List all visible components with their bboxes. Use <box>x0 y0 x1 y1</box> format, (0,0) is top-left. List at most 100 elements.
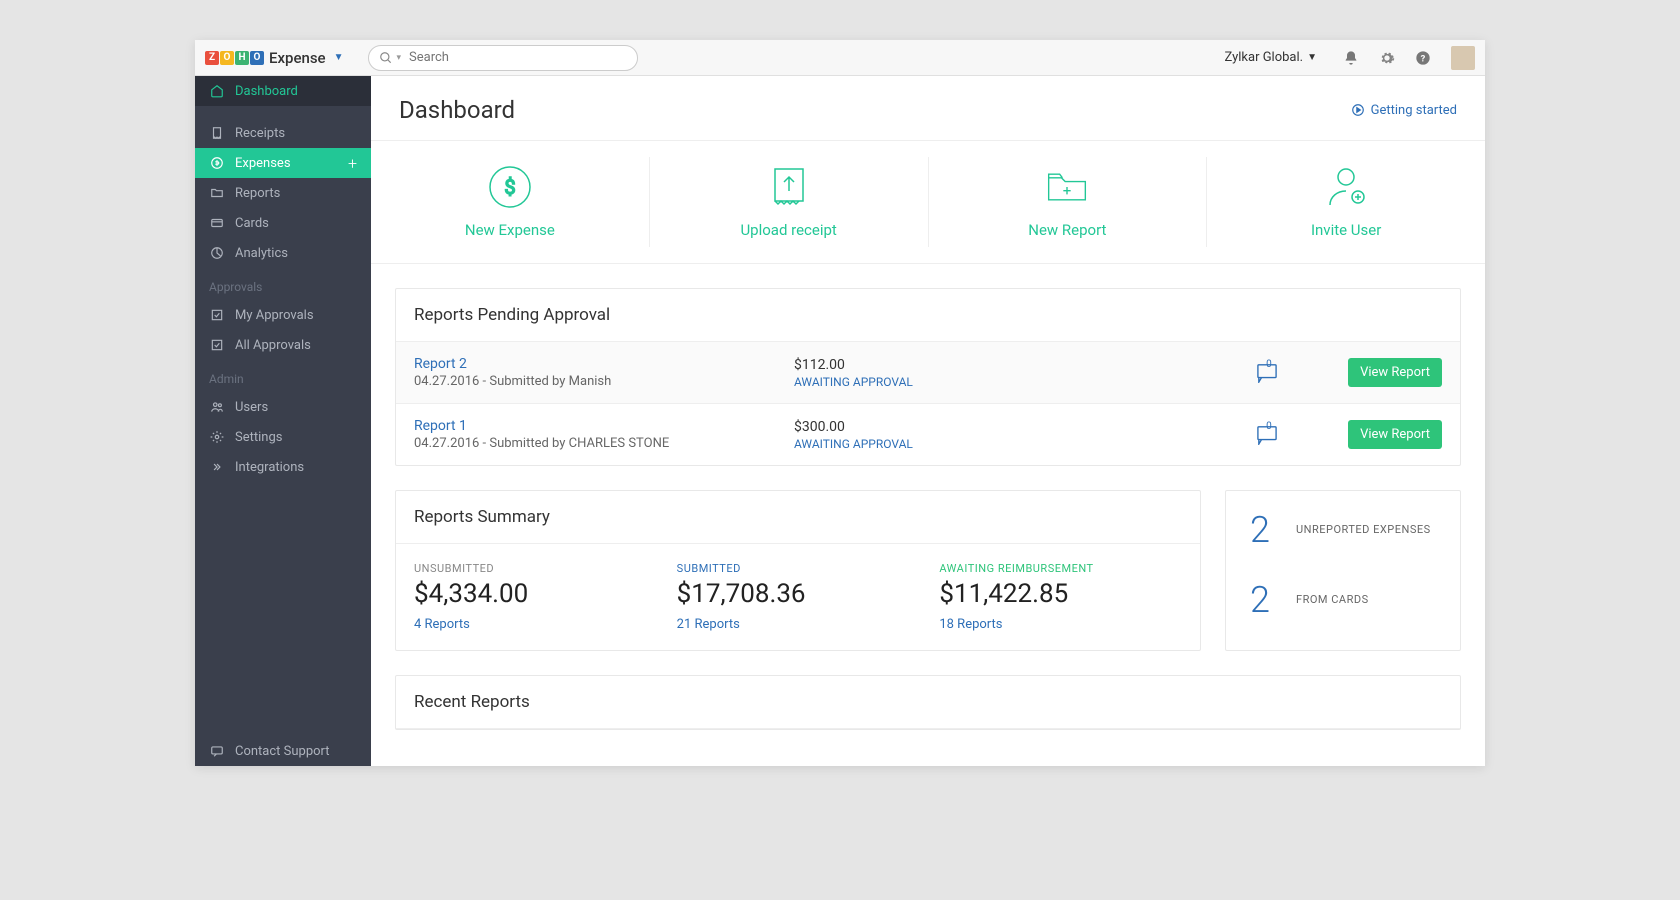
chat-icon <box>209 744 225 758</box>
quick-action-label: New Report <box>1028 221 1106 239</box>
dollar-circle-icon: $ <box>488 165 532 209</box>
quick-action-upload-receipt[interactable]: Upload receipt <box>650 157 929 247</box>
brand-dropdown-caret-icon[interactable]: ▼ <box>334 52 344 63</box>
help-icon[interactable]: ? <box>1413 48 1433 68</box>
search-box[interactable]: ▾ <box>368 45 638 71</box>
block-title: Reports Summary <box>396 491 1200 544</box>
main-content: Dashboard Getting started $ New Expense <box>371 76 1485 766</box>
org-name: Zylkar Global. <box>1224 50 1303 65</box>
summary-side-count: 2 <box>1244 579 1276 621</box>
comment-icon[interactable]: 0 <box>1256 363 1278 383</box>
sidebar-item-dashboard[interactable]: Dashboard <box>195 76 371 106</box>
body-area: Dashboard Receipts Expenses + Reports Ca… <box>195 76 1485 766</box>
notifications-icon[interactable] <box>1341 48 1361 68</box>
summary-amount: $17,708.36 <box>677 579 920 609</box>
summary-label: AWAITING REIMBURSEMENT <box>939 562 1182 575</box>
report-status: AWAITING APPROVAL <box>794 375 1114 389</box>
block-title: Reports Pending Approval <box>396 289 1460 342</box>
search-scope-caret-icon[interactable]: ▾ <box>397 53 402 63</box>
report-status: AWAITING APPROVAL <box>794 437 1114 451</box>
sidebar-item-reports[interactable]: Reports <box>195 178 371 208</box>
summary-row: Reports Summary UNSUBMITTED $4,334.00 4 … <box>395 490 1461 651</box>
report-amount: $112.00 <box>794 357 1114 373</box>
sidebar-item-analytics[interactable]: Analytics <box>195 238 371 268</box>
receipt-icon <box>209 126 225 140</box>
users-icon <box>209 400 225 414</box>
summary-reports-link[interactable]: 18 Reports <box>939 617 1182 632</box>
block-title: Recent Reports <box>396 676 1460 729</box>
comment-count: 0 <box>1266 359 1272 370</box>
sidebar-item-integrations[interactable]: Integrations <box>195 452 371 482</box>
summary-amount: $11,422.85 <box>939 579 1182 609</box>
summary-side-label: FROM CARDS <box>1296 592 1369 607</box>
summary-side-label: UNREPORTED EXPENSES <box>1296 522 1431 537</box>
sidebar-item-cards[interactable]: Cards <box>195 208 371 238</box>
summary-column: UNSUBMITTED $4,334.00 4 Reports <box>414 562 657 632</box>
report-name-link[interactable]: Report 1 <box>414 418 794 434</box>
search-input[interactable] <box>409 50 626 65</box>
report-meta: 04.27.2016 - Submitted by Manish <box>414 374 794 389</box>
brand-logo[interactable]: ZOHO Expense ▼ <box>205 49 344 67</box>
summary-amount: $4,334.00 <box>414 579 657 609</box>
recent-reports-block: Recent Reports <box>395 675 1461 730</box>
reports-summary-block: Reports Summary UNSUBMITTED $4,334.00 4 … <box>395 490 1201 651</box>
org-switcher[interactable]: Zylkar Global. ▼ <box>1224 50 1317 65</box>
sidebar-item-contact-support[interactable]: Contact Support <box>195 736 371 766</box>
quick-action-new-report[interactable]: New Report <box>929 157 1208 247</box>
view-report-button[interactable]: View Report <box>1348 358 1442 387</box>
settings-gear-icon[interactable] <box>1377 48 1397 68</box>
sidebar-item-label: Reports <box>235 186 357 201</box>
comment-icon[interactable]: 0 <box>1256 425 1278 445</box>
integrations-icon <box>209 460 225 474</box>
play-circle-icon <box>1351 103 1365 117</box>
summary-label: UNSUBMITTED <box>414 562 657 575</box>
page-header: Dashboard Getting started <box>371 76 1485 140</box>
analytics-icon <box>209 246 225 260</box>
folder-plus-icon <box>1045 165 1089 209</box>
sidebar-item-receipts[interactable]: Receipts <box>195 118 371 148</box>
search-icon <box>379 51 393 65</box>
sidebar-item-my-approvals[interactable]: My Approvals <box>195 300 371 330</box>
sidebar-item-label: Settings <box>235 430 357 445</box>
summary-reports-link[interactable]: 21 Reports <box>677 617 920 632</box>
add-expense-icon[interactable]: + <box>348 154 357 173</box>
report-meta: 04.27.2016 - Submitted by CHARLES STONE <box>414 436 794 451</box>
sidebar-item-expenses[interactable]: Expenses + <box>195 148 371 178</box>
sidebar-section-approvals: Approvals <box>195 268 371 300</box>
view-report-button[interactable]: View Report <box>1348 420 1442 449</box>
report-amount: $300.00 <box>794 419 1114 435</box>
report-name-link[interactable]: Report 2 <box>414 356 794 372</box>
zoho-logo-icon: ZOHO <box>205 51 265 65</box>
user-avatar[interactable] <box>1451 46 1475 70</box>
pending-report-row[interactable]: Report 2 04.27.2016 - Submitted by Manis… <box>396 342 1460 404</box>
comment-count: 0 <box>1266 421 1272 432</box>
sidebar-item-label: All Approvals <box>235 338 357 353</box>
expense-icon <box>209 156 225 170</box>
gear-icon <box>209 430 225 444</box>
card-icon <box>209 216 225 230</box>
quick-action-label: New Expense <box>465 221 555 239</box>
summary-side-count: 2 <box>1244 509 1276 551</box>
summary-column: AWAITING REIMBURSEMENT $11,422.85 18 Rep… <box>939 562 1182 632</box>
sidebar-item-all-approvals[interactable]: All Approvals <box>195 330 371 360</box>
check-square-icon <box>209 338 225 352</box>
quick-action-invite-user[interactable]: Invite User <box>1207 157 1485 247</box>
folder-icon <box>209 186 225 200</box>
caret-down-icon: ▼ <box>1307 52 1317 63</box>
sidebar-item-users[interactable]: Users <box>195 392 371 422</box>
getting-started-label: Getting started <box>1371 103 1457 118</box>
svg-text:?: ? <box>1421 53 1426 64</box>
getting-started-link[interactable]: Getting started <box>1351 103 1457 118</box>
sidebar-item-settings[interactable]: Settings <box>195 422 371 452</box>
summary-side-block: 2 UNREPORTED EXPENSES 2 FROM CARDS <box>1225 490 1461 651</box>
summary-side-row[interactable]: 2 FROM CARDS <box>1244 579 1442 621</box>
pending-report-row[interactable]: Report 1 04.27.2016 - Submitted by CHARL… <box>396 404 1460 465</box>
sidebar-item-label: Users <box>235 400 357 415</box>
summary-side-row[interactable]: 2 UNREPORTED EXPENSES <box>1244 509 1442 551</box>
quick-action-label: Invite User <box>1311 221 1381 239</box>
quick-action-new-expense[interactable]: $ New Expense <box>371 157 650 247</box>
page-title: Dashboard <box>399 96 515 124</box>
sidebar-section-admin: Admin <box>195 360 371 392</box>
summary-reports-link[interactable]: 4 Reports <box>414 617 657 632</box>
topbar: ZOHO Expense ▼ ▾ Zylkar Global. ▼ ? <box>195 40 1485 76</box>
